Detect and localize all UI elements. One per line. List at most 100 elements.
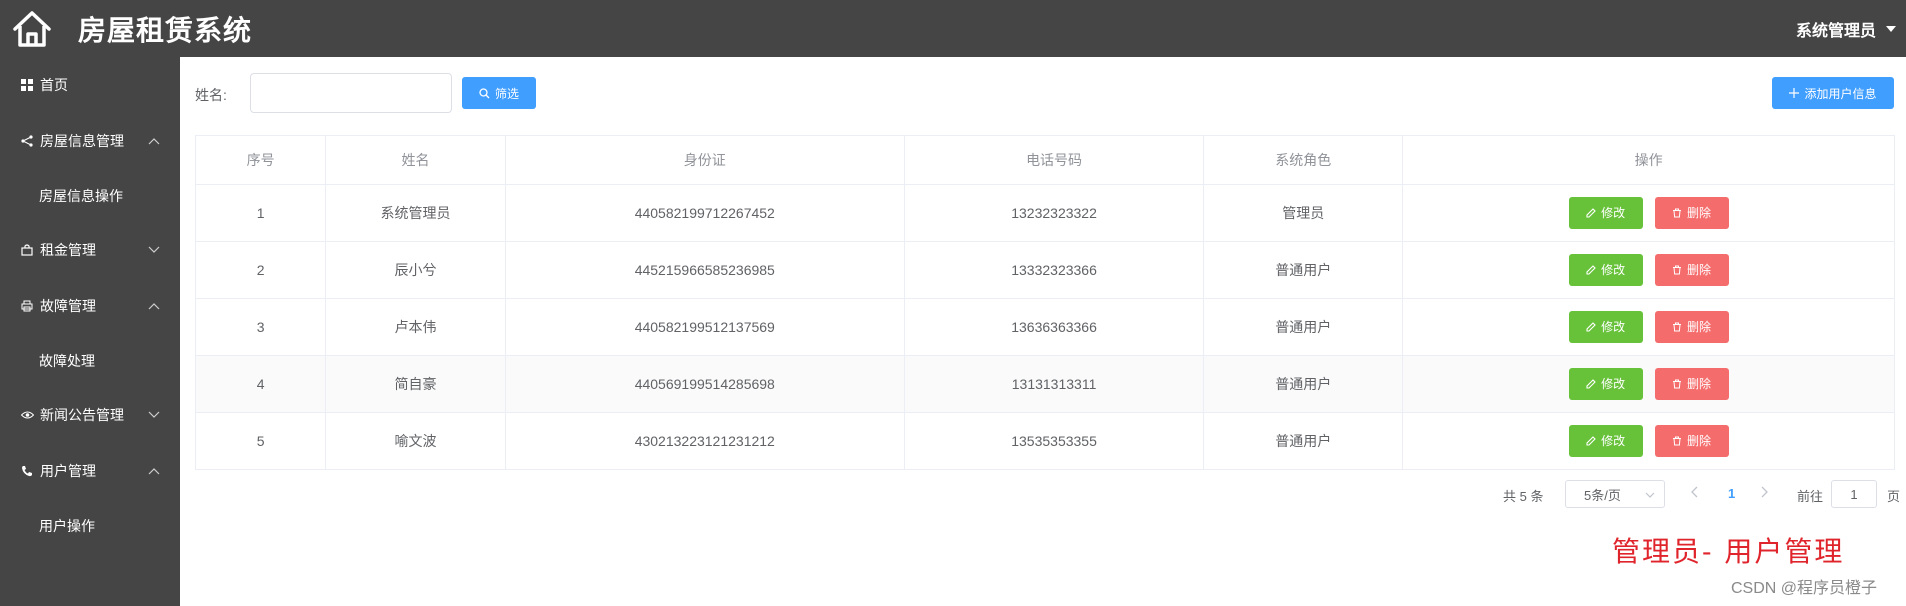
chevron-right-icon — [1761, 486, 1768, 498]
delete-button[interactable]: 删除 — [1654, 310, 1729, 343]
sidebar-subitem-user-ops[interactable]: 用户操作 — [0, 499, 180, 552]
delete-button[interactable]: 删除 — [1654, 253, 1729, 286]
delete-button-label: 删除 — [1687, 320, 1712, 334]
cell-name: 喻文波 — [325, 412, 506, 469]
chevron-up-icon — [148, 138, 160, 145]
trash-icon — [1672, 379, 1682, 389]
chevron-down-icon — [148, 246, 160, 253]
sidebar-item-news[interactable]: 新闻公告管理 — [0, 387, 180, 443]
sidebar-item-fault[interactable]: 故障管理 — [0, 278, 180, 334]
add-user-button[interactable]: 添加用户信息 — [1772, 77, 1894, 109]
edit-button-label: 修改 — [1601, 320, 1626, 334]
sidebar-item-home[interactable]: 首页 — [0, 57, 180, 113]
sidebar-item-label: 房屋信息管理 — [40, 133, 124, 149]
edit-icon — [1586, 435, 1596, 446]
main-content: 姓名: 筛选 添加用户信息 序号 姓名 身份证 电话号码 系统角色 操作 1 系… — [180, 57, 1906, 606]
sidebar: 首页 房屋信息管理 房屋信息操作 租金管理 故障管理 故障处理 新闻公告管理 用… — [0, 57, 180, 606]
trash-icon — [1672, 322, 1682, 332]
column-header-id-card: 身份证 — [505, 136, 905, 185]
page-unit-label: 页 — [1887, 489, 1901, 504]
column-header-role: 系统角色 — [1203, 136, 1404, 185]
edit-button[interactable]: 修改 — [1568, 424, 1643, 457]
sidebar-subitem-house-info-ops[interactable]: 房屋信息操作 — [0, 169, 180, 222]
add-user-button-label: 添加用户信息 — [1804, 86, 1877, 101]
table-row: 5 喻文波 430213223121231212 13535353355 普通用… — [196, 412, 1894, 469]
table-row: 4 简自豪 440569199514285698 13131313311 普通用… — [196, 355, 1894, 413]
trash-icon — [1672, 208, 1682, 218]
grid-icon — [20, 78, 34, 92]
sidebar-item-label: 首页 — [40, 77, 68, 93]
sidebar-item-rent[interactable]: 租金管理 — [0, 222, 180, 278]
cell-id-card: 440582199712267452 — [505, 184, 905, 242]
chevron-left-icon — [1691, 486, 1698, 498]
cell-name: 系统管理员 — [325, 184, 506, 242]
edit-icon — [1586, 321, 1596, 332]
cell-name: 辰小兮 — [325, 241, 506, 299]
cell-name: 简自豪 — [325, 355, 506, 413]
delete-button[interactable]: 删除 — [1654, 424, 1729, 457]
sidebar-item-users[interactable]: 用户管理 — [0, 443, 180, 499]
sidebar-item-label: 用户管理 — [40, 463, 96, 479]
cell-phone: 13131313311 — [904, 355, 1205, 413]
edit-button[interactable]: 修改 — [1568, 367, 1643, 400]
page-number-current[interactable]: 1 — [1728, 486, 1735, 501]
next-page-button[interactable] — [1760, 486, 1768, 501]
prev-page-button[interactable] — [1691, 486, 1699, 501]
page-size-select[interactable]: 5条/页 — [1565, 480, 1665, 508]
eye-icon — [20, 408, 34, 422]
delete-button-label: 删除 — [1687, 377, 1712, 391]
sidebar-subitem-fault-handle[interactable]: 故障处理 — [0, 334, 180, 387]
search-icon — [479, 87, 490, 99]
bag-icon — [20, 243, 34, 257]
delete-button[interactable]: 删除 — [1654, 367, 1729, 400]
edit-button[interactable]: 修改 — [1568, 196, 1643, 229]
pagination: 共 5 条 5条/页 1 前往 页 — [180, 480, 1906, 508]
edit-icon — [1586, 378, 1596, 389]
name-filter-input[interactable] — [250, 73, 452, 113]
phone-icon — [20, 464, 34, 478]
cell-phone: 13636363366 — [904, 298, 1205, 356]
app-title: 房屋租赁系统 — [78, 14, 253, 46]
cell-name: 卢本伟 — [325, 298, 506, 356]
cell-actions: 修改 删除 — [1402, 184, 1894, 242]
screenshot-caption: 管理员- 用户管理 — [1612, 535, 1845, 568]
cell-phone: 13535353355 — [904, 412, 1205, 469]
column-header-no: 序号 — [196, 136, 327, 185]
cell-id-card: 440582199512137569 — [505, 298, 905, 356]
chevron-down-icon — [148, 411, 160, 418]
cell-phone: 13332323366 — [904, 241, 1205, 299]
filter-button-label: 筛选 — [494, 86, 519, 101]
caret-down-icon — [1886, 25, 1896, 32]
edit-button[interactable]: 修改 — [1568, 253, 1643, 286]
table-row: 2 辰小兮 445215966585236985 13332323366 普通用… — [196, 241, 1894, 299]
trash-icon — [1672, 265, 1682, 275]
cell-no: 5 — [196, 412, 327, 469]
watermark: CSDN @程序员橙子 — [1731, 580, 1878, 597]
cell-role: 普通用户 — [1203, 412, 1404, 469]
column-header-actions: 操作 — [1402, 136, 1894, 185]
cell-actions: 修改 删除 — [1402, 241, 1894, 299]
column-header-phone: 电话号码 — [904, 136, 1205, 185]
edit-button-label: 修改 — [1601, 377, 1626, 391]
chevron-up-icon — [148, 303, 160, 310]
delete-button[interactable]: 删除 — [1654, 196, 1729, 229]
cell-no: 4 — [196, 355, 327, 413]
delete-button-label: 删除 — [1687, 263, 1712, 277]
goto-page-input[interactable] — [1831, 480, 1877, 508]
name-filter-label: 姓名: — [195, 87, 227, 103]
cell-role: 普通用户 — [1203, 298, 1404, 356]
user-menu[interactable]: 系统管理员 — [1796, 0, 1896, 57]
plus-icon — [1789, 88, 1800, 98]
cell-role: 普通用户 — [1203, 355, 1404, 413]
user-name: 系统管理员 — [1795, 22, 1876, 40]
filter-bar: 姓名: 筛选 添加用户信息 — [180, 73, 1906, 113]
edit-button-label: 修改 — [1601, 263, 1626, 277]
cell-no: 2 — [196, 241, 327, 299]
table-row: 1 系统管理员 440582199712267452 13232323322 管… — [196, 184, 1894, 242]
cell-id-card: 445215966585236985 — [505, 241, 905, 299]
filter-button[interactable]: 筛选 — [462, 77, 536, 109]
edit-button[interactable]: 修改 — [1568, 310, 1643, 343]
sidebar-item-house-info[interactable]: 房屋信息管理 — [0, 113, 180, 169]
house-icon[interactable] — [8, 5, 56, 53]
cell-no: 1 — [196, 184, 327, 242]
